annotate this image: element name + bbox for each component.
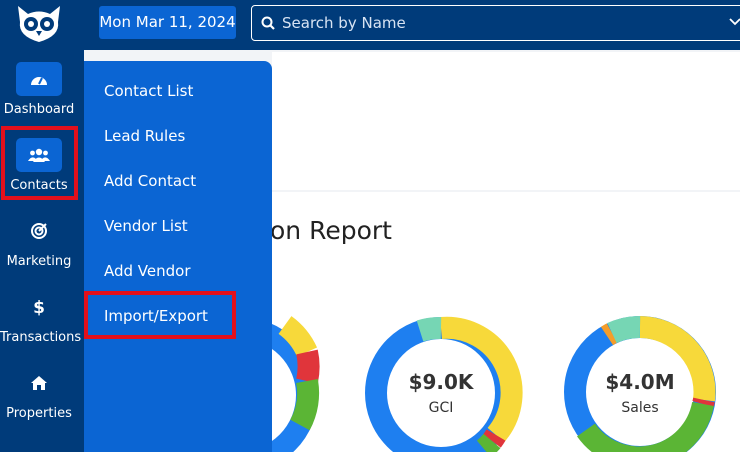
donut-segment-orange (600, 323, 618, 346)
donut-segment-green (476, 433, 501, 452)
contacts-menu: Contact List Lead Rules Add Contact Vend… (84, 61, 272, 452)
donut-segment-red (296, 349, 320, 384)
donut-chart-sales[interactable]: $4.0M Sales (564, 316, 716, 452)
sales-value: $4.0M (605, 370, 674, 394)
menu-item-add-vendor[interactable]: Add Vendor (104, 262, 191, 280)
donut-segment-green (290, 379, 320, 431)
gci-value: $9.0K (409, 370, 475, 394)
menu-item-add-contact[interactable]: Add Contact (104, 172, 196, 190)
donut-segment-teal (607, 316, 641, 344)
import-export-highlight (84, 291, 236, 339)
menu-item-vendor-list[interactable]: Vendor List (104, 217, 188, 235)
sales-label: Sales (621, 400, 658, 416)
donut-segment-red (483, 429, 506, 448)
menu-item-contact-list[interactable]: Contact List (104, 82, 193, 100)
donut-segment-red (692, 397, 715, 408)
donut-segment-teal (416, 317, 442, 342)
gci-label: GCI (429, 400, 454, 416)
menu-item-lead-rules[interactable]: Lead Rules (104, 127, 185, 145)
donut-chart-gci[interactable]: $9.0K GCI (365, 316, 523, 452)
